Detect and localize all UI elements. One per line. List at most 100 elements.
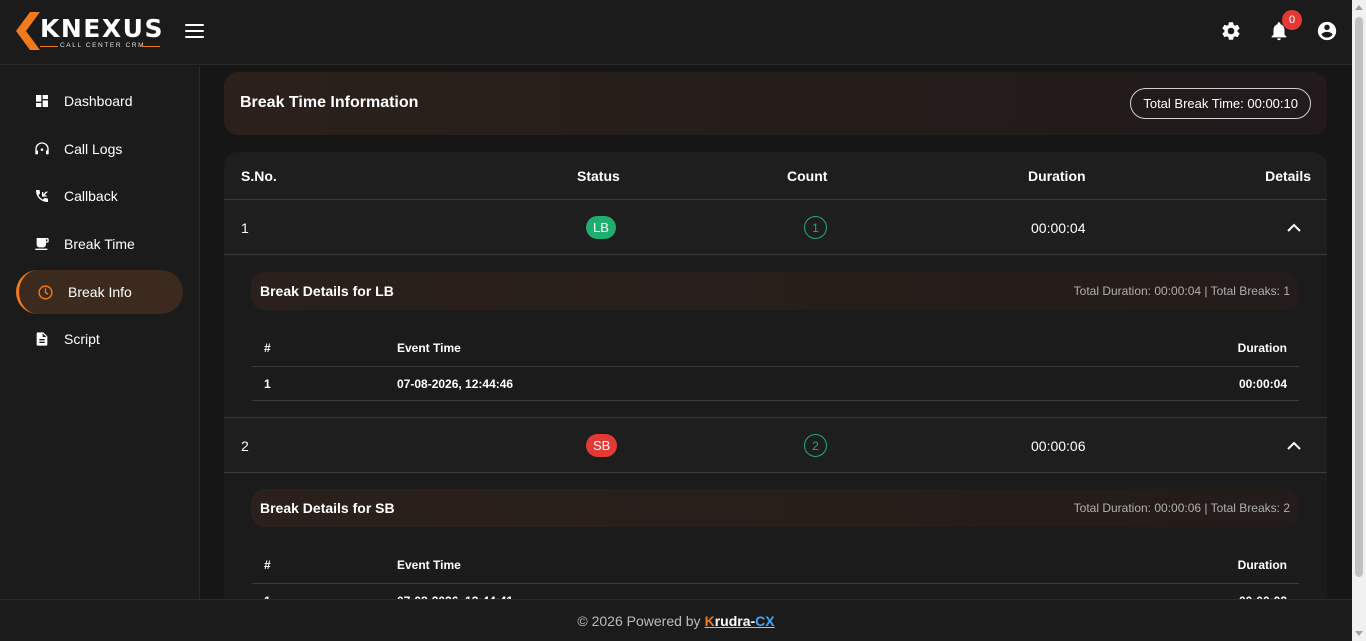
table-row[interactable]: 1 LB 1 00:00:04	[224, 200, 1327, 255]
notification-badge: 0	[1282, 10, 1302, 30]
sub-table-row: 1 07-08-2026, 12:44:41 00:00:02	[252, 584, 1299, 600]
main-content: Break Time Information Total Break Time:…	[200, 66, 1352, 599]
sub-row-duration: 00:00:04	[1238, 376, 1287, 391]
scroll-down-arrow-icon[interactable]	[1355, 631, 1363, 636]
sub-column-header-num: #	[264, 558, 271, 572]
sidebar-item-label: Script	[64, 331, 100, 347]
count-cell: 1	[804, 200, 827, 255]
knexus-logo[interactable]: KNEXUS CALL CENTER CRM	[16, 12, 162, 52]
status-cell: SB	[586, 418, 618, 473]
header-actions: 0	[1220, 10, 1338, 42]
brand-cx: CX	[755, 612, 775, 629]
notifications-button[interactable]: 0	[1268, 10, 1302, 42]
sub-column-header-num: #	[264, 341, 271, 355]
sidebar-item-label: Break Info	[68, 284, 132, 300]
sub-row-event-time: 07-08-2026, 12:44:46	[397, 376, 514, 391]
break-details-title: Break Details for SB	[260, 500, 395, 516]
footer-copyright: © 2026 Powered by	[577, 612, 701, 629]
brand-k: K	[704, 612, 715, 629]
dashboard-icon	[36, 95, 48, 107]
headset-icon	[35, 142, 49, 155]
break-details-header: Break Details for SB Total Duration: 00:…	[251, 489, 1299, 527]
user-circle-icon	[1317, 21, 1337, 41]
break-details-panel: Break Details for SB Total Duration: 00:…	[224, 473, 1327, 599]
count-badge: 1	[804, 216, 827, 239]
sub-table-header: # Event Time Duration	[252, 547, 1299, 584]
menu-toggle-button[interactable]	[185, 24, 204, 40]
hamburger-bar	[185, 24, 204, 26]
page-title: Break Time Information	[240, 94, 419, 111]
krudra-cx-link[interactable]: Krudra-CX	[705, 613, 775, 629]
scrollbar-thumb[interactable]	[1355, 17, 1363, 577]
scroll-up-arrow-icon[interactable]	[1355, 5, 1363, 10]
column-header-status: Status	[577, 168, 620, 184]
row-duration: 00:00:04	[1031, 219, 1086, 236]
logo-wordmark: KNEXUS	[40, 14, 164, 43]
column-header-duration: Duration	[1028, 168, 1086, 184]
page-scrollbar[interactable]	[1352, 0, 1366, 641]
sub-column-header-duration: Duration	[1237, 558, 1287, 572]
sub-row-event-time: 07-08-2026, 12:44:41	[397, 584, 513, 600]
chevron-up-icon	[1287, 223, 1301, 232]
clock-icon	[38, 284, 53, 300]
logo-chevron-icon	[16, 12, 40, 50]
sidebar-item-label: Break Time	[64, 236, 135, 252]
logo-subtitle: CALL CENTER CRM	[60, 42, 146, 49]
sub-row-num: 1	[264, 584, 271, 600]
break-info-card: Break Time Information Total Break Time:…	[224, 72, 1327, 135]
sub-column-header-event-time: Event Time	[397, 558, 461, 572]
sidebar: Dashboard Call Logs Callback Break Time …	[0, 66, 200, 599]
sub-table-header: # Event Time Duration	[252, 330, 1299, 367]
row-sno: 2	[241, 437, 249, 454]
table-header: S.No. Status Count Duration Details	[224, 152, 1327, 200]
break-details-header: Break Details for LB Total Duration: 00:…	[251, 272, 1299, 310]
count-cell: 2	[804, 418, 827, 473]
break-table: S.No. Status Count Duration Details 1 LB…	[224, 152, 1327, 599]
coffee-cup-icon	[35, 238, 49, 250]
table-row[interactable]: 2 SB 2 00:00:06	[224, 418, 1327, 473]
sidebar-item-callback[interactable]: Callback	[16, 174, 183, 218]
status-badge: SB	[586, 434, 618, 457]
column-header-details: Details	[1265, 168, 1311, 184]
column-header-count: Count	[787, 168, 828, 184]
collapse-details-button[interactable]	[1287, 200, 1301, 255]
hamburger-bar	[185, 30, 204, 32]
sub-table-row: 1 07-08-2026, 12:44:46 00:00:04	[252, 367, 1299, 401]
row-duration: 00:00:06	[1031, 437, 1086, 454]
hamburger-bar	[185, 36, 204, 38]
break-details-summary: Total Duration: 00:00:04 | Total Breaks:…	[1073, 284, 1290, 298]
top-bar: KNEXUS CALL CENTER CRM 0	[0, 0, 1352, 65]
sidebar-item-label: Dashboard	[64, 93, 133, 109]
sidebar-item-call-logs[interactable]: Call Logs	[16, 127, 183, 171]
sub-row-num: 1	[264, 376, 271, 391]
settings-button[interactable]	[1220, 20, 1242, 42]
sidebar-item-dashboard[interactable]: Dashboard	[16, 79, 183, 123]
logo-divider-left	[40, 46, 58, 47]
phone-callback-icon	[36, 190, 48, 202]
sub-column-header-event-time: Event Time	[397, 341, 461, 355]
count-badge: 2	[804, 434, 827, 457]
profile-button[interactable]	[1316, 20, 1338, 42]
break-details-title: Break Details for LB	[260, 283, 394, 299]
status-badge: LB	[586, 216, 616, 239]
sidebar-item-break-time[interactable]: Break Time	[16, 222, 183, 266]
break-details-summary: Total Duration: 00:00:06 | Total Breaks:…	[1073, 501, 1290, 515]
document-icon	[36, 332, 48, 346]
sidebar-item-break-info[interactable]: Break Info	[16, 270, 183, 314]
sidebar-item-label: Callback	[64, 188, 118, 204]
collapse-details-button[interactable]	[1287, 418, 1301, 473]
sidebar-item-label: Call Logs	[64, 141, 123, 157]
status-cell: LB	[586, 200, 616, 255]
gear-icon	[1222, 22, 1240, 40]
break-details-panel: Break Details for LB Total Duration: 00:…	[224, 256, 1327, 418]
sub-column-header-duration: Duration	[1237, 341, 1287, 355]
row-sno: 1	[241, 219, 249, 236]
footer: © 2026 Powered by Krudra-CX	[0, 599, 1352, 641]
column-header-sno: S.No.	[241, 168, 277, 184]
chevron-up-icon	[1287, 441, 1301, 450]
sub-row-duration: 00:00:02	[1239, 584, 1287, 600]
brand-mid: rudra-	[714, 612, 756, 629]
sidebar-item-script[interactable]: Script	[16, 317, 183, 361]
logo-divider-right	[142, 46, 160, 47]
total-break-time-badge: Total Break Time: 00:00:10	[1130, 88, 1311, 119]
